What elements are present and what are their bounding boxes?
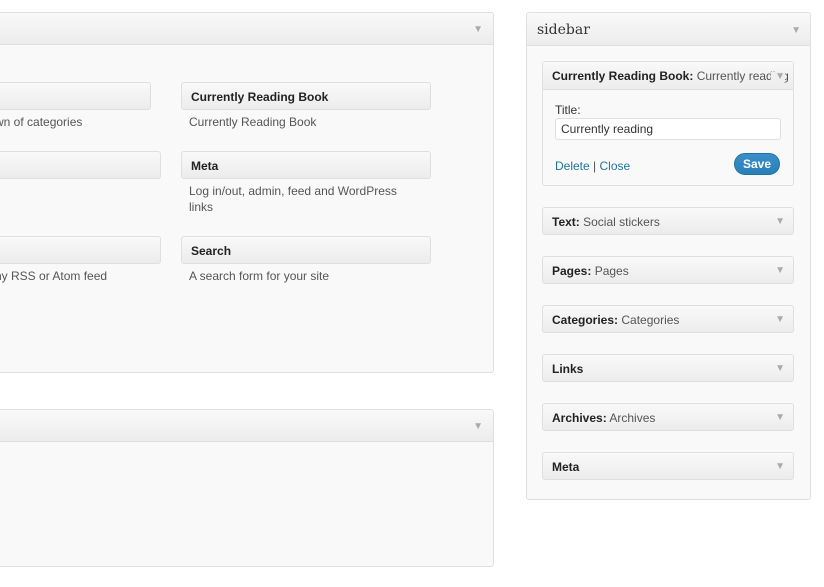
collapse-arrow-icon[interactable]: ▼ <box>473 25 483 35</box>
collapse-arrow-icon[interactable]: ▼ <box>791 26 801 36</box>
inactive-widgets-panel: ▼ <box>0 409 494 567</box>
collapse-arrow-icon[interactable]: ▼ <box>775 413 785 423</box>
collapse-arrow-icon[interactable]: ▼ <box>775 315 785 325</box>
widget-rss-desc: ny RSS or Atom feed <box>0 269 108 283</box>
sidebar-widget-links[interactable]: Links ▼ <box>542 354 794 382</box>
widget-name: Categories: <box>552 313 619 327</box>
sidebar-widget-pages[interactable]: Pages: Pages ▼ <box>542 256 794 284</box>
collapse-arrow-icon[interactable]: ▼ <box>775 462 785 472</box>
title-label: Title: <box>555 103 581 117</box>
sidebar-header[interactable]: sidebar ▼ <box>527 13 810 46</box>
collapse-arrow-icon[interactable]: ▼ <box>775 266 785 276</box>
widget-name: Pages: <box>552 264 592 278</box>
widget-rss-title[interactable] <box>0 236 161 264</box>
currently-reading-widget-open: Currently Reading Book: Currently readin… <box>542 61 794 186</box>
delete-link[interactable]: Delete <box>555 159 590 173</box>
widget-search-title[interactable]: Search <box>181 236 431 264</box>
widget-control-actions: Delete | Close <box>555 159 630 173</box>
widget-currently-reading-title[interactable]: Currently Reading Book <box>181 82 431 110</box>
widget-instance: Categories <box>621 313 680 327</box>
widget-name: Text: <box>552 215 580 229</box>
widget-instance: Pages <box>594 264 629 278</box>
sidebar-widget-archives[interactable]: Archives: Archives ▼ <box>542 403 794 431</box>
widget-name: Meta <box>552 460 580 474</box>
sidebar-panel: sidebar ▼ Currently Reading Book: Curren… <box>526 12 811 500</box>
collapse-arrow-icon[interactable]: ▼ <box>473 422 483 432</box>
action-separator: | <box>593 159 597 173</box>
sidebar-title: sidebar <box>537 22 590 38</box>
widget-instance: Archives <box>609 411 656 425</box>
widget-meta-title[interactable]: Meta <box>181 151 431 179</box>
sidebar-widget-text[interactable]: Text: Social stickers ▼ <box>542 207 794 235</box>
collapse-arrow-icon[interactable]: ▼ <box>775 217 785 227</box>
available-widgets-panel: ▼ wn of categories Currently Reading Boo… <box>0 12 494 373</box>
widget-categories-title[interactable] <box>0 82 151 110</box>
widget-instance: Social stickers <box>583 215 660 229</box>
widget-search-desc: A search form for your site <box>189 269 330 283</box>
save-button[interactable]: Save <box>734 153 780 175</box>
widget-meta-desc: Log in/out, admin, feed and WordPress li… <box>189 184 397 214</box>
collapse-arrow-icon[interactable]: ▼ <box>771 72 785 82</box>
widget-name: Archives: <box>552 411 607 425</box>
widget-links-title[interactable] <box>0 151 161 179</box>
available-widgets-header[interactable]: ▼ <box>0 13 493 45</box>
sidebar-widget-meta[interactable]: Meta ▼ <box>542 452 794 480</box>
collapse-arrow-icon[interactable]: ▼ <box>775 364 785 374</box>
widget-categories-desc: wn of categories <box>0 115 83 129</box>
inactive-widgets-header[interactable]: ▼ <box>0 410 493 442</box>
widget-name: Links <box>552 362 584 376</box>
widget-name: Currently Reading Book: <box>552 69 694 83</box>
widget-title-bar[interactable]: Currently Reading Book: Currently readin… <box>543 62 793 90</box>
close-link[interactable]: Close <box>600 159 631 173</box>
title-input[interactable] <box>555 118 781 140</box>
sidebar-widget-categories[interactable]: Categories: Categories ▼ <box>542 305 794 333</box>
widget-currently-reading-desc: Currently Reading Book <box>189 115 317 129</box>
